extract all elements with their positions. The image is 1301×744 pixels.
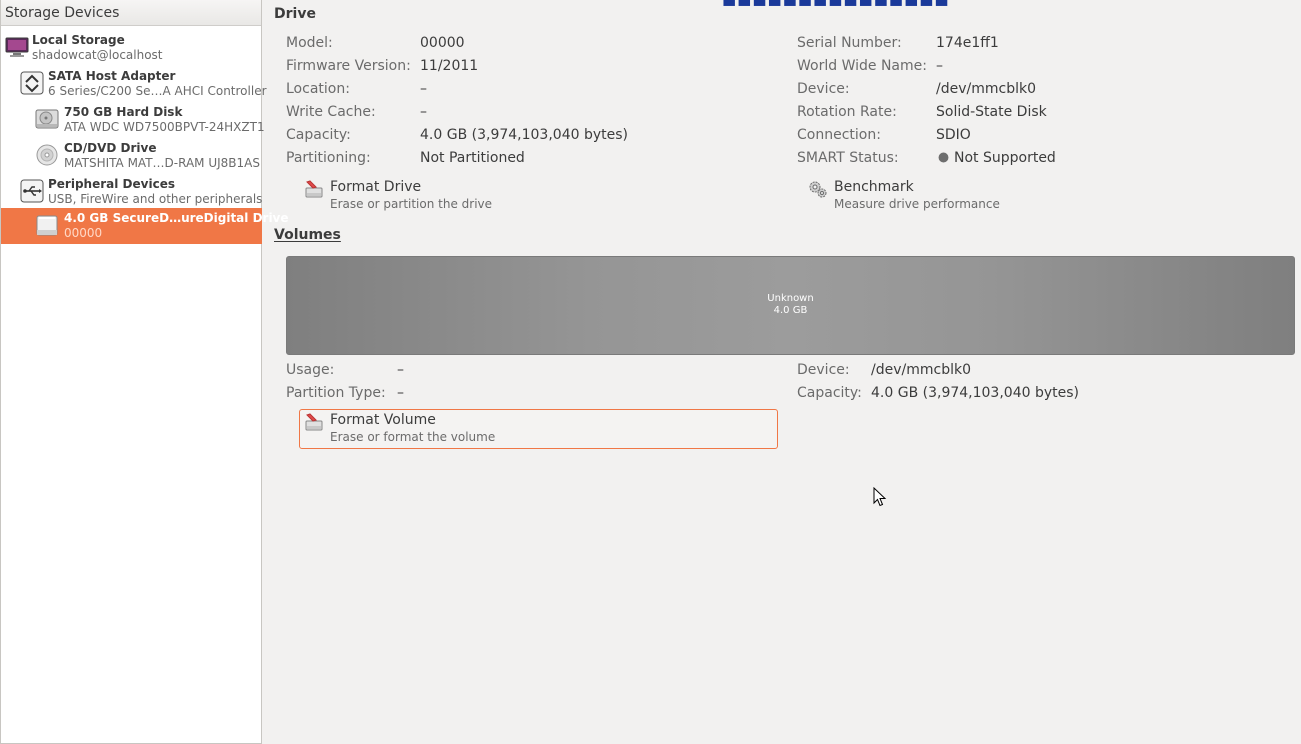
connection-label: Connection: bbox=[797, 127, 881, 143]
sidebar-item-title: SATA Host Adapter bbox=[48, 69, 176, 83]
mouse-cursor-icon bbox=[873, 487, 887, 507]
volume-size: 4.0 GB bbox=[773, 305, 808, 316]
storage-devices-sidebar: Storage Devices Local Storage shadowcat@… bbox=[0, 0, 289, 744]
volume-map-unknown[interactable]: Unknown 4.0 GB bbox=[286, 256, 1295, 355]
benchmark-button[interactable]: Benchmark Measure drive performance bbox=[804, 177, 1024, 217]
rotation-rate-label: Rotation Rate: bbox=[797, 104, 897, 120]
optical-disc-icon bbox=[36, 144, 58, 166]
hard-disk-icon bbox=[35, 109, 59, 129]
benchmark-title: Benchmark bbox=[834, 179, 914, 195]
sidebar-item-subtitle: shadowcat@localhost bbox=[32, 48, 163, 62]
sidebar-item-subtitle: USB, FireWire and other peripherals bbox=[48, 192, 263, 206]
firmware-label: Firmware Version: bbox=[286, 58, 411, 74]
usage-value: – bbox=[397, 362, 404, 378]
sidebar-item-hard-disk[interactable]: 750 GB Hard Disk ATA WDC WD7500BPVT-24HX… bbox=[1, 102, 265, 138]
partitioning-label: Partitioning: bbox=[286, 150, 371, 166]
sidebar-item-subtitle: ATA WDC WD7500BPVT-24HXZT1 bbox=[64, 120, 265, 134]
serial-number-value: 174e1ff1 bbox=[936, 35, 999, 51]
model-value: 00000 bbox=[420, 35, 465, 51]
volume-device-label: Device: bbox=[797, 362, 850, 378]
sidebar-item-sata-host-adapter[interactable]: SATA Host Adapter 6 Series/C200 Se…A AHC… bbox=[1, 66, 267, 102]
sidebar-item-title: 750 GB Hard Disk bbox=[64, 105, 183, 119]
sidebar-item-subtitle: MATSHITA MAT…D-RAM UJ8B1AS bbox=[64, 156, 260, 170]
sidebar-item-peripheral-devices[interactable]: Peripheral Devices USB, FireWire and oth… bbox=[1, 174, 262, 210]
sidebar-item-subtitle: 6 Series/C200 Se…A AHCI Controller bbox=[48, 84, 267, 98]
host-adapter-icon bbox=[20, 71, 44, 95]
volumes-section-title: Volumes bbox=[274, 227, 341, 243]
smart-status-label: SMART Status: bbox=[797, 150, 899, 166]
format-volume-button[interactable]: Format Volume Erase or format the volume bbox=[299, 409, 778, 449]
sidebar-item-title: Local Storage bbox=[32, 33, 125, 47]
location-value: – bbox=[420, 81, 427, 97]
capacity-label: Capacity: bbox=[286, 127, 351, 143]
location-label: Location: bbox=[286, 81, 350, 97]
sidebar-item-title: CD/DVD Drive bbox=[64, 141, 157, 155]
wwn-value: – bbox=[936, 58, 943, 74]
format-drive-subtitle: Erase or partition the drive bbox=[330, 197, 493, 211]
capacity-value: 4.0 GB (3,974,103,040 bytes) bbox=[420, 127, 628, 143]
device-value: /dev/mmcblk0 bbox=[936, 81, 1036, 97]
partitioning-value: Not Partitioned bbox=[420, 150, 525, 166]
partition-type-value: – bbox=[397, 385, 404, 401]
volume-device-value: /dev/mmcblk0 bbox=[871, 362, 971, 378]
sd-card-icon bbox=[36, 215, 58, 236]
format-drive-button[interactable]: Format Drive Erase or partition the driv… bbox=[300, 177, 520, 217]
sidebar-item-title: 4.0 GB SecureD…ureDigital Drive bbox=[64, 211, 289, 225]
sidebar-item-cd-dvd-drive[interactable]: CD/DVD Drive MATSHITA MAT…D-RAM UJ8B1AS bbox=[1, 138, 262, 174]
serial-number-label: Serial Number: bbox=[797, 35, 902, 51]
status-dot-icon bbox=[938, 152, 949, 163]
sidebar-item-subtitle: 00000 bbox=[64, 226, 103, 240]
format-volume-title: Format Volume bbox=[330, 412, 436, 428]
overlay-banner-text: ■■■■■■■■■■■■■■■ bbox=[722, 0, 950, 8]
disk-utility-window: Storage Devices Local Storage shadowcat@… bbox=[0, 0, 1301, 744]
gears-icon bbox=[809, 181, 827, 198]
sidebar-item-title: Peripheral Devices bbox=[48, 177, 175, 191]
drive-section-title: Drive bbox=[274, 6, 316, 22]
wwn-label: World Wide Name: bbox=[797, 58, 927, 74]
model-label: Model: bbox=[286, 35, 333, 51]
format-volume-subtitle: Erase or format the volume bbox=[330, 430, 496, 444]
details-pane: ■■■■■■■■■■■■■■■ Drive Model: 00000 Firmw… bbox=[262, 0, 1301, 744]
connection-value: SDIO bbox=[936, 127, 971, 143]
format-volume-icon bbox=[305, 413, 323, 431]
volume-capacity-value: 4.0 GB (3,974,103,040 bytes) bbox=[871, 385, 1079, 401]
volume-capacity-label: Capacity: bbox=[797, 385, 862, 401]
write-cache-label: Write Cache: bbox=[286, 104, 376, 120]
format-drive-icon bbox=[305, 180, 323, 198]
benchmark-subtitle: Measure drive performance bbox=[834, 197, 1000, 211]
smart-status-value: Not Supported bbox=[954, 150, 1056, 166]
usb-icon bbox=[20, 179, 44, 203]
volume-name: Unknown bbox=[767, 293, 814, 304]
write-cache-value: – bbox=[420, 104, 427, 120]
sidebar-header: Storage Devices bbox=[1, 0, 261, 26]
computer-icon bbox=[5, 37, 29, 57]
device-label: Device: bbox=[797, 81, 850, 97]
usage-label: Usage: bbox=[286, 362, 335, 378]
partition-type-label: Partition Type: bbox=[286, 385, 386, 401]
sidebar-item-local-storage[interactable]: Local Storage shadowcat@localhost bbox=[1, 30, 262, 66]
rotation-rate-value: Solid-State Disk bbox=[936, 104, 1047, 120]
sidebar-item-sd-card-drive[interactable]: 4.0 GB SecureD…ureDigital Drive 00000 bbox=[1, 208, 289, 244]
firmware-value: 11/2011 bbox=[420, 58, 479, 74]
format-drive-title: Format Drive bbox=[330, 179, 422, 195]
